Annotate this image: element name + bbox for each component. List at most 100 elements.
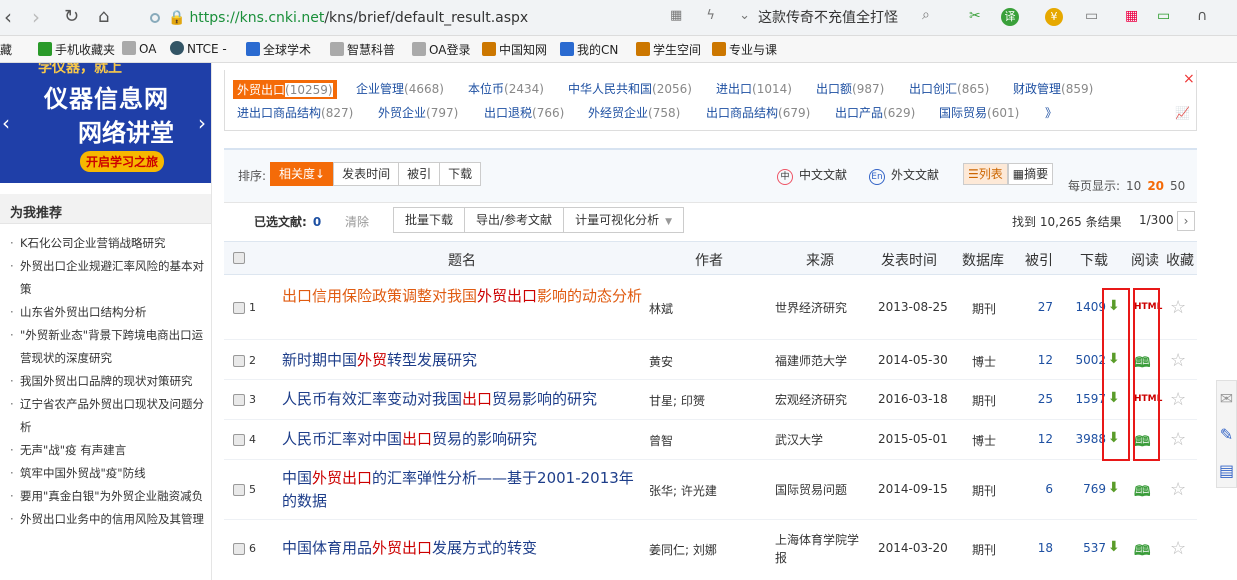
recommend-item[interactable]: "外贸新业态"背景下跨境电商出口运营现状的深度研究	[10, 324, 206, 370]
row-checkbox[interactable]	[233, 394, 245, 406]
sort-date-button[interactable]: 发表时间	[333, 162, 400, 186]
article-cited-count[interactable]: 12	[1023, 432, 1053, 446]
per-page-50[interactable]: 50	[1170, 179, 1185, 193]
favorite-star-icon[interactable]: ☆	[1170, 297, 1186, 318]
article-source[interactable]: 宏观经济研究	[775, 391, 865, 409]
article-source[interactable]: 世界经济研究	[775, 299, 865, 317]
article-author[interactable]: 曾智	[649, 432, 673, 449]
topic-item[interactable]: 外经贸企业(758)	[588, 104, 680, 121]
article-title-link[interactable]: 出口信用保险政策调整对我国外贸出口影响的动态分析	[282, 285, 644, 308]
chinese-docs-button[interactable]: 中中文文献	[777, 166, 847, 185]
article-cited-count[interactable]: 18	[1023, 541, 1053, 555]
article-source[interactable]: 上海体育学院学报	[775, 531, 865, 567]
favorite-star-icon[interactable]: ☆	[1170, 389, 1186, 410]
article-title-link[interactable]: 中国外贸出口的汇率弹性分析——基于2001-2013年的数据	[282, 467, 644, 513]
article-author[interactable]: 林斌	[649, 300, 673, 317]
abstract-view-button[interactable]: ▦摘要	[1007, 163, 1054, 185]
bookmark-item[interactable]: 藏	[0, 41, 12, 58]
recommend-item[interactable]: 外贸出口业务中的信用风险及其管理	[10, 508, 206, 531]
recommend-item[interactable]: 辽宁省农产品外贸出口现状及问题分析	[10, 393, 206, 439]
select-all-checkbox[interactable]	[233, 252, 245, 264]
bulk-download-button[interactable]: 批量下载	[393, 207, 466, 233]
article-cited-count[interactable]: 12	[1023, 353, 1053, 367]
book-read-icon[interactable]: 🕮	[1134, 540, 1151, 564]
article-cited-count[interactable]: 25	[1023, 392, 1053, 406]
visual-analysis-button[interactable]: 计量可视化分析 ▼	[563, 207, 684, 233]
back-icon[interactable]: ‹	[4, 7, 12, 27]
topic-item[interactable]: 本位币(2434)	[468, 80, 544, 97]
sort-cited-button[interactable]: 被引	[398, 162, 441, 186]
article-cited-count[interactable]: 6	[1023, 482, 1053, 496]
per-page-10[interactable]: 10	[1126, 179, 1141, 193]
topic-item[interactable]: 出口退税(766)	[484, 104, 564, 121]
bookmark-item[interactable]: 中国知网	[482, 41, 547, 58]
bookmark-item[interactable]: 智慧科普	[330, 41, 395, 58]
topic-item[interactable]: 出口创汇(865)	[909, 80, 989, 97]
favorite-star-icon[interactable]: ☆	[1170, 429, 1186, 450]
article-title-link[interactable]: 人民币有效汇率变动对我国出口贸易影响的研究	[282, 388, 644, 411]
topic-item[interactable]: 出口产品(629)	[835, 104, 915, 121]
article-source[interactable]: 国际贸易问题	[775, 481, 865, 499]
coin-icon[interactable]: ¥	[1045, 8, 1063, 26]
scissors-icon[interactable]: ✂	[969, 8, 981, 24]
topic-item[interactable]: 财政管理(859)	[1013, 80, 1093, 97]
row-checkbox[interactable]	[233, 434, 245, 446]
row-checkbox[interactable]	[233, 302, 245, 314]
article-author[interactable]: 甘星; 印赟	[649, 392, 705, 409]
note-icon[interactable]: ▤	[1217, 453, 1236, 489]
forward-icon[interactable]: ›	[32, 7, 40, 27]
home-icon[interactable]: ⌂	[98, 7, 109, 27]
translate-icon[interactable]: 译	[1001, 8, 1019, 26]
headphones-icon[interactable]: ∩	[1197, 8, 1207, 24]
topic-item[interactable]: 进出口商品结构(827)	[237, 104, 353, 121]
browser-search-box[interactable]: 这款传奇不充值全打怪 ⌕	[758, 7, 948, 29]
recommend-item[interactable]: K石化公司企业营销战略研究	[10, 232, 206, 255]
comment-icon[interactable]: ✉	[1217, 381, 1236, 417]
favorite-star-icon[interactable]: ☆	[1170, 350, 1186, 371]
banner-cta[interactable]: 开启学习之旅	[80, 151, 165, 172]
topic-item[interactable]: 进出口(1014)	[716, 80, 792, 97]
topic-item[interactable]: 国际贸易(601)	[939, 104, 1019, 121]
article-source[interactable]: 福建师范大学	[775, 352, 865, 370]
recommend-item[interactable]: 我国外贸出口品牌的现状对策研究	[10, 370, 206, 393]
topic-item[interactable]: 中华人民共和国(2056)	[568, 80, 692, 97]
topic-item[interactable]: 出口额(987)	[816, 80, 884, 97]
close-icon[interactable]: ×	[1183, 71, 1195, 87]
chevron-right-icon[interactable]: ›	[198, 111, 206, 135]
more-topics-button[interactable]: 》	[1045, 104, 1057, 121]
article-author[interactable]: 张华; 许光建	[649, 482, 717, 499]
address-tools-icons[interactable]: ▦ ϟ ⌄	[670, 8, 760, 23]
battery-icon[interactable]: ▭	[1157, 8, 1170, 24]
bookmark-item[interactable]: OA	[122, 41, 156, 56]
sort-download-button[interactable]: 下载	[439, 162, 482, 186]
bookmark-item[interactable]: OA登录	[412, 41, 470, 58]
clear-button[interactable]: 清除	[345, 213, 369, 230]
sort-relevance-button[interactable]: 相关度↓	[270, 162, 335, 186]
bookmark-item[interactable]: NTCE -	[170, 41, 227, 56]
bookmark-item[interactable]: 学生空间	[636, 41, 701, 58]
apps-icon[interactable]: ▦	[1125, 8, 1138, 24]
topic-item[interactable]: 企业管理(4668)	[356, 80, 444, 97]
bookmark-item[interactable]: 我的CN	[560, 41, 618, 58]
article-title-link[interactable]: 人民币汇率对中国出口贸易的影响研究	[282, 428, 644, 451]
topic-item[interactable]: 外贸企业(797)	[378, 104, 458, 121]
ad-banner[interactable]: 学仪器，就上 仪器信息网 网络讲堂 开启学习之旅 ‹ ›	[0, 63, 211, 183]
download-icon[interactable]: ⬇	[1108, 480, 1120, 496]
article-cited-count[interactable]: 27	[1023, 300, 1053, 314]
recommend-item[interactable]: 山东省外贸出口结构分析	[10, 301, 206, 324]
per-page-20[interactable]: 20	[1147, 179, 1164, 193]
chart-icon[interactable]: 📈	[1175, 106, 1190, 120]
export-button[interactable]: 导出/参考文献	[464, 207, 565, 233]
bookmark-item[interactable]: 专业与课	[712, 41, 777, 58]
favorite-star-icon[interactable]: ☆	[1170, 538, 1186, 559]
article-author[interactable]: 姜同仁; 刘娜	[649, 541, 717, 558]
recommend-item[interactable]: 外贸出口企业规避汇率风险的基本对策	[10, 255, 206, 301]
recommend-item[interactable]: 无声"战"疫 有声建言	[10, 439, 206, 462]
article-source[interactable]: 武汉大学	[775, 431, 865, 449]
download-icon[interactable]: ⬇	[1108, 539, 1120, 555]
recommend-item[interactable]: 要用"真金白银"为外贸企业融资减负	[10, 485, 206, 508]
book-read-icon[interactable]: 🕮	[1134, 481, 1151, 505]
bookmark-item[interactable]: 手机收藏夹	[38, 41, 115, 58]
topic-item[interactable]: 出口商品结构(679)	[706, 104, 810, 121]
address-bar[interactable]: 🔒 https://kns.cnki.net/kns/brief/default_…	[150, 6, 750, 30]
